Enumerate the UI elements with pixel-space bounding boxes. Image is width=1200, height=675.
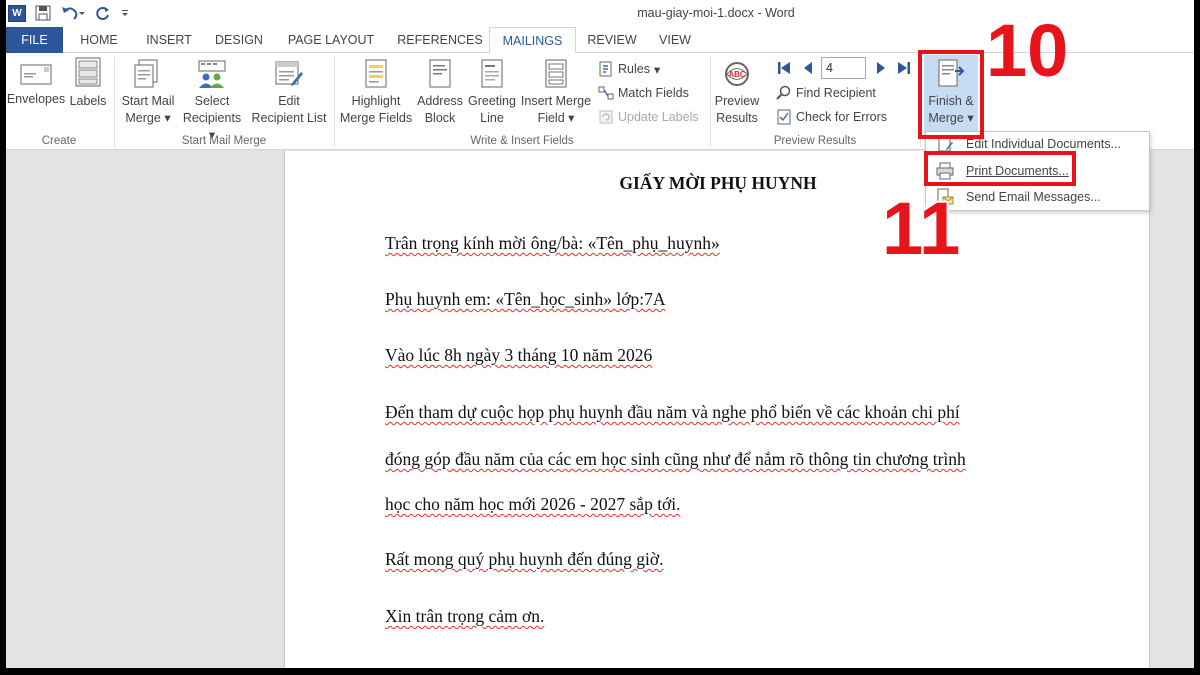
envelope-icon bbox=[20, 64, 52, 85]
highlight-fields-icon bbox=[365, 59, 387, 88]
find-recipient-button[interactable]: Find Recipient bbox=[776, 83, 876, 103]
previous-record-icon bbox=[804, 62, 812, 74]
edit-list-icon bbox=[275, 61, 303, 86]
document-line: Đến tham dự cuộc họp phụ huynh đầu năm v… bbox=[385, 402, 960, 422]
word-window: W mau-giay-moi-1.docx - Word FILE HOME I… bbox=[6, 0, 1194, 668]
tab-references[interactable]: REFERENCES bbox=[392, 27, 488, 53]
tab-insert[interactable]: INSERT bbox=[140, 27, 198, 53]
rules-button[interactable]: Rules ▾ bbox=[598, 59, 660, 79]
group-label-start-mail-merge: Start Mail Merge bbox=[181, 135, 267, 147]
document-area: GIẤY MỜI PHỤ HUYNH Trân trọng kính mời ô… bbox=[6, 151, 1194, 668]
address-block-icon bbox=[429, 59, 451, 88]
document-line: Vào lúc 8h ngày 3 tháng 10 năm 2026 bbox=[385, 345, 653, 365]
next-record-icon bbox=[877, 62, 885, 74]
greeting-line-icon bbox=[481, 59, 503, 88]
recipients-icon bbox=[198, 60, 226, 88]
find-icon bbox=[776, 85, 791, 100]
last-record-button[interactable] bbox=[896, 58, 912, 78]
insert-field-icon bbox=[545, 59, 567, 88]
group-separator bbox=[334, 57, 335, 147]
step-number-11: 11 bbox=[882, 187, 961, 270]
insert-merge-field-button[interactable]: Insert Merge Field ▾ bbox=[518, 59, 594, 127]
envelopes-button[interactable]: Envelopes bbox=[6, 61, 66, 108]
dropdown-arrow-icon: ▾ bbox=[653, 62, 661, 77]
preview-results-button[interactable]: ABC Preview Results bbox=[712, 59, 762, 127]
tab-review[interactable]: REVIEW bbox=[584, 27, 640, 53]
group-label-create: Create bbox=[41, 135, 77, 147]
dropdown-arrow-icon: ▾ bbox=[164, 111, 171, 125]
address-block-button[interactable]: Address Block bbox=[414, 59, 466, 127]
match-fields-icon bbox=[598, 86, 614, 100]
last-record-icon bbox=[898, 62, 910, 74]
tab-home[interactable]: HOME bbox=[72, 27, 126, 53]
next-record-button[interactable] bbox=[874, 58, 888, 78]
labels-icon bbox=[75, 57, 101, 87]
group-label-preview-results: Preview Results bbox=[773, 135, 857, 147]
update-labels-icon bbox=[599, 110, 613, 124]
tab-page-layout[interactable]: PAGE LAYOUT bbox=[284, 27, 378, 53]
document-line: Xin trân trọng cảm ơn. bbox=[385, 606, 545, 626]
first-record-button[interactable] bbox=[776, 58, 792, 78]
document-line: Rất mong quý phụ huynh đến đúng giờ. bbox=[385, 549, 664, 569]
tab-file[interactable]: FILE bbox=[6, 27, 63, 53]
document-page[interactable]: GIẤY MỜI PHỤ HUYNH Trân trọng kính mời ô… bbox=[284, 151, 1150, 668]
edit-recipient-list-button[interactable]: Edit Recipient List bbox=[250, 59, 328, 127]
highlight-box-print-documents bbox=[924, 151, 1076, 186]
tab-design[interactable]: DESIGN bbox=[208, 27, 270, 53]
preview-results-icon: ABC bbox=[725, 62, 749, 86]
check-errors-button[interactable]: Check for Errors bbox=[776, 107, 887, 127]
highlight-merge-fields-button[interactable]: Highlight Merge Fields bbox=[338, 59, 414, 127]
first-record-icon bbox=[778, 62, 790, 74]
start-mail-merge-icon bbox=[134, 59, 158, 88]
group-separator bbox=[114, 57, 115, 147]
highlight-box-finish-merge bbox=[918, 50, 984, 139]
document-line: Phụ huynh em: «Tên_học_sinh» lớp:7A bbox=[385, 289, 666, 309]
tab-mailings[interactable]: MAILINGS bbox=[489, 27, 576, 54]
document-line: học cho năm học mới 2026 - 2027 sắp tới. bbox=[385, 494, 681, 514]
group-separator bbox=[710, 57, 711, 147]
dropdown-arrow-icon: ▾ bbox=[568, 111, 575, 125]
tab-view[interactable]: VIEW bbox=[654, 27, 696, 53]
labels-button[interactable]: Labels bbox=[68, 57, 108, 110]
match-fields-button[interactable]: Match Fields bbox=[598, 83, 689, 103]
rules-icon bbox=[599, 61, 612, 77]
select-recipients-button[interactable]: Select Recipients ▾ bbox=[178, 59, 246, 144]
document-line: Trân trọng kính mời ông/bà: «Tên_phụ_huy… bbox=[385, 233, 720, 253]
greeting-line-button[interactable]: Greeting Line bbox=[466, 59, 518, 127]
start-mail-merge-button[interactable]: Start Mail Merge ▾ bbox=[118, 59, 178, 127]
step-number-10: 10 bbox=[986, 9, 1069, 92]
group-label-write-insert: Write & Insert Fields bbox=[470, 135, 574, 147]
document-line: đóng góp đầu năm của các em học sinh cũn… bbox=[385, 449, 966, 469]
check-errors-icon bbox=[777, 109, 791, 125]
record-number-input[interactable]: 4 bbox=[821, 57, 866, 79]
update-labels-button[interactable]: Update Labels bbox=[598, 107, 699, 127]
previous-record-button[interactable] bbox=[801, 58, 815, 78]
